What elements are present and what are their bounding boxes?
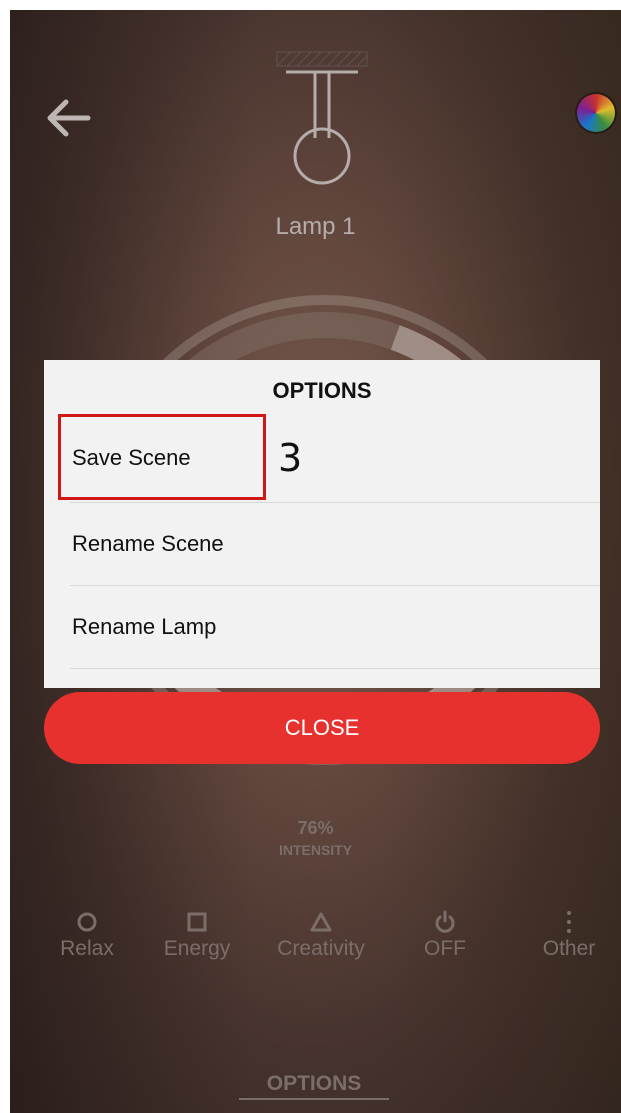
dialog-title: OPTIONS — [272, 378, 372, 403]
step-number: 3 — [278, 436, 303, 480]
rename-scene-option[interactable]: Rename Scene — [70, 503, 600, 586]
rename-lamp-option[interactable]: Rename Lamp — [70, 586, 600, 669]
option-label: Rename Scene — [72, 531, 224, 556]
close-button[interactable]: CLOSE — [44, 692, 600, 764]
lamp-control-screen: Lamp 1 76% INTENSITY Relax Energy Creati… — [10, 10, 621, 1113]
options-dialog: OPTIONS Save Scene Rename Scene Rename L… — [44, 360, 600, 688]
option-label: Rename Lamp — [72, 614, 217, 639]
highlight-box — [58, 414, 266, 500]
